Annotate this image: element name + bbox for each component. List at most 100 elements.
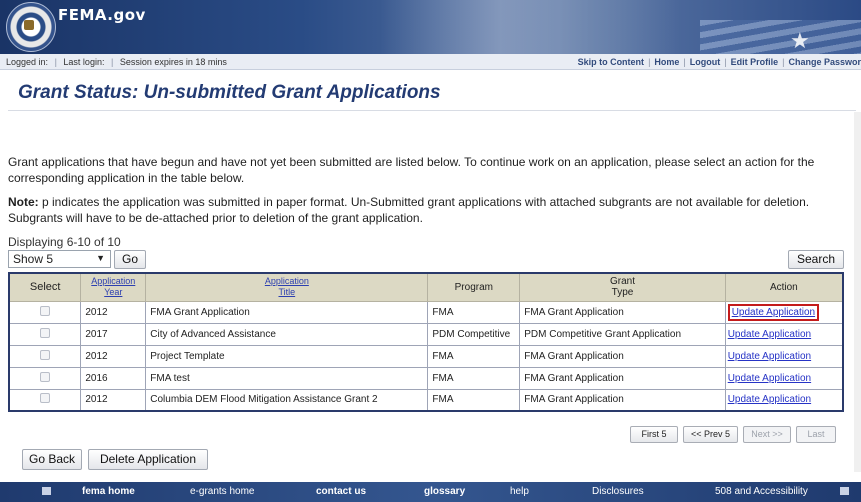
table-row: 2016 FMA test FMA FMA Grant Application …: [8, 366, 844, 390]
table-row: 2012 Columbia DEM Flood Mitigation Assis…: [8, 388, 844, 412]
sort-title-link[interactable]: Application Title: [146, 276, 427, 298]
cell-grant-type: FMA Grant Application: [519, 300, 726, 324]
site-banner: FEMA.gov ★: [0, 0, 861, 54]
go-button[interactable]: Go: [114, 250, 146, 269]
row-select-cell: [8, 366, 82, 390]
update-application-link[interactable]: Update Application: [728, 351, 811, 362]
footer-disclosures-link[interactable]: Disclosures: [592, 486, 644, 497]
header-select: Select: [8, 272, 82, 302]
logout-link[interactable]: Logout: [690, 57, 721, 67]
cell-year: 2012: [80, 300, 147, 324]
cell-year: 2017: [80, 322, 147, 346]
row-select-cell: [8, 300, 82, 324]
header-program: Program: [427, 272, 521, 302]
update-application-link[interactable]: Update Application: [732, 307, 815, 318]
cell-year: 2016: [80, 366, 147, 390]
cell-action: Update Application: [724, 344, 844, 368]
site-title[interactable]: FEMA.gov: [58, 6, 146, 24]
utility-nav: Skip to Content | Home | Logout | Edit Profile…: [577, 57, 861, 67]
logged-in-label: Logged in:: [6, 57, 49, 67]
header-application-year[interactable]: Application Year: [80, 272, 147, 302]
flag-graphic: [700, 20, 861, 54]
row-select-cell: [8, 388, 82, 412]
cell-action: Update Application: [724, 300, 844, 324]
cell-program: PDM Competitive: [427, 322, 521, 346]
seal-eagle-icon: [24, 20, 34, 30]
footer-fema-home-link[interactable]: fema home: [82, 486, 135, 497]
row-checkbox[interactable]: [40, 349, 51, 360]
change-password-link[interactable]: Change Passwor: [788, 57, 861, 67]
footer-bullet-icon: [840, 487, 849, 495]
note-label: Note:: [8, 195, 39, 209]
session-expiry: Session expires in 18 mins: [119, 57, 227, 67]
cell-title: Columbia DEM Flood Mitigation Assistance…: [145, 388, 429, 412]
go-back-button[interactable]: Go Back: [22, 449, 82, 470]
row-select-cell: [8, 344, 82, 368]
cell-title: FMA Grant Application: [145, 300, 429, 324]
table-row: 2012 FMA Grant Application FMA FMA Grant…: [8, 300, 844, 324]
highlight-box: Update Application: [727, 303, 820, 321]
header-application-title[interactable]: Application Title: [145, 272, 429, 302]
star-icon: ★: [790, 28, 810, 53]
cell-action: Update Application: [724, 366, 844, 390]
table-header-row: Select Application Year Application Title …: [8, 272, 844, 302]
update-application-link[interactable]: Update Application: [728, 394, 811, 405]
table-row: 2017 City of Advanced Assistance PDM Com…: [8, 322, 844, 346]
page-title: Grant Status: Un-submitted Grant Applica…: [18, 82, 441, 103]
skip-to-content-link[interactable]: Skip to Content: [578, 57, 645, 67]
last-login-label: Last login:: [63, 57, 105, 67]
cell-program: FMA: [427, 366, 521, 390]
status-bar: Logged in: | Last login: | Session expir…: [0, 54, 861, 70]
applications-table: Select Application Year Application Title …: [8, 272, 844, 412]
edit-profile-link[interactable]: Edit Profile: [731, 57, 779, 67]
update-application-link[interactable]: Update Application: [728, 373, 811, 384]
record-count: Displaying 6-10 of 10: [8, 235, 121, 249]
cell-program: FMA: [427, 300, 521, 324]
page-size-select[interactable]: Show 5 ▼: [8, 250, 111, 268]
header-action: Action: [724, 272, 844, 302]
row-checkbox[interactable]: [40, 305, 51, 316]
row-checkbox[interactable]: [40, 371, 51, 382]
note-body: p indicates the application was submitte…: [8, 195, 810, 225]
cell-program: FMA: [427, 388, 521, 412]
update-application-link[interactable]: Update Application: [728, 329, 811, 340]
cell-action: Update Application: [724, 388, 844, 412]
last-page-button[interactable]: Last: [796, 426, 836, 443]
footer-egrants-home-link[interactable]: e-grants home: [190, 486, 254, 497]
cell-title: City of Advanced Assistance: [145, 322, 429, 346]
cell-year: 2012: [80, 344, 147, 368]
first-page-button[interactable]: First 5: [630, 426, 678, 443]
cell-title: Project Template: [145, 344, 429, 368]
home-link[interactable]: Home: [654, 57, 679, 67]
prev-page-button[interactable]: << Prev 5: [683, 426, 738, 443]
scrollbar[interactable]: [854, 112, 861, 472]
cell-grant-type: FMA Grant Application: [519, 344, 726, 368]
footer-help-link[interactable]: help: [510, 486, 529, 497]
footer-bullet-icon: [42, 487, 51, 495]
footer-contact-link[interactable]: contact us: [316, 486, 366, 497]
delete-application-button[interactable]: Delete Application: [88, 449, 208, 470]
page-size-value: Show 5: [13, 252, 54, 266]
footer-glossary-link[interactable]: glossary: [424, 486, 465, 497]
next-page-button[interactable]: Next >>: [743, 426, 791, 443]
header-grant-type: Grant Type: [519, 272, 726, 302]
cell-grant-type: PDM Competitive Grant Application: [519, 322, 726, 346]
cell-program: FMA: [427, 344, 521, 368]
search-button[interactable]: Search: [788, 250, 844, 269]
row-select-cell: [8, 322, 82, 346]
cell-title: FMA test: [145, 366, 429, 390]
note-text: Note: p indicates the application was su…: [8, 194, 838, 226]
row-checkbox[interactable]: [40, 327, 51, 338]
banner-photo: [380, 0, 680, 54]
sort-year-link[interactable]: Application Year: [81, 276, 145, 298]
dropdown-caret-icon: ▼: [96, 253, 105, 263]
cell-grant-type: FMA Grant Application: [519, 366, 726, 390]
site-footer: fema home e-grants home contact us gloss…: [0, 482, 861, 502]
cell-grant-type: FMA Grant Application: [519, 388, 726, 412]
footer-accessibility-link[interactable]: 508 and Accessibility: [715, 486, 808, 497]
intro-text: Grant applications that have begun and h…: [8, 155, 815, 185]
table-row: 2012 Project Template FMA FMA Grant Appl…: [8, 344, 844, 368]
row-checkbox[interactable]: [40, 393, 51, 404]
session-info: Logged in: | Last login: | Session expir…: [6, 57, 227, 67]
cell-action: Update Application: [724, 322, 844, 346]
